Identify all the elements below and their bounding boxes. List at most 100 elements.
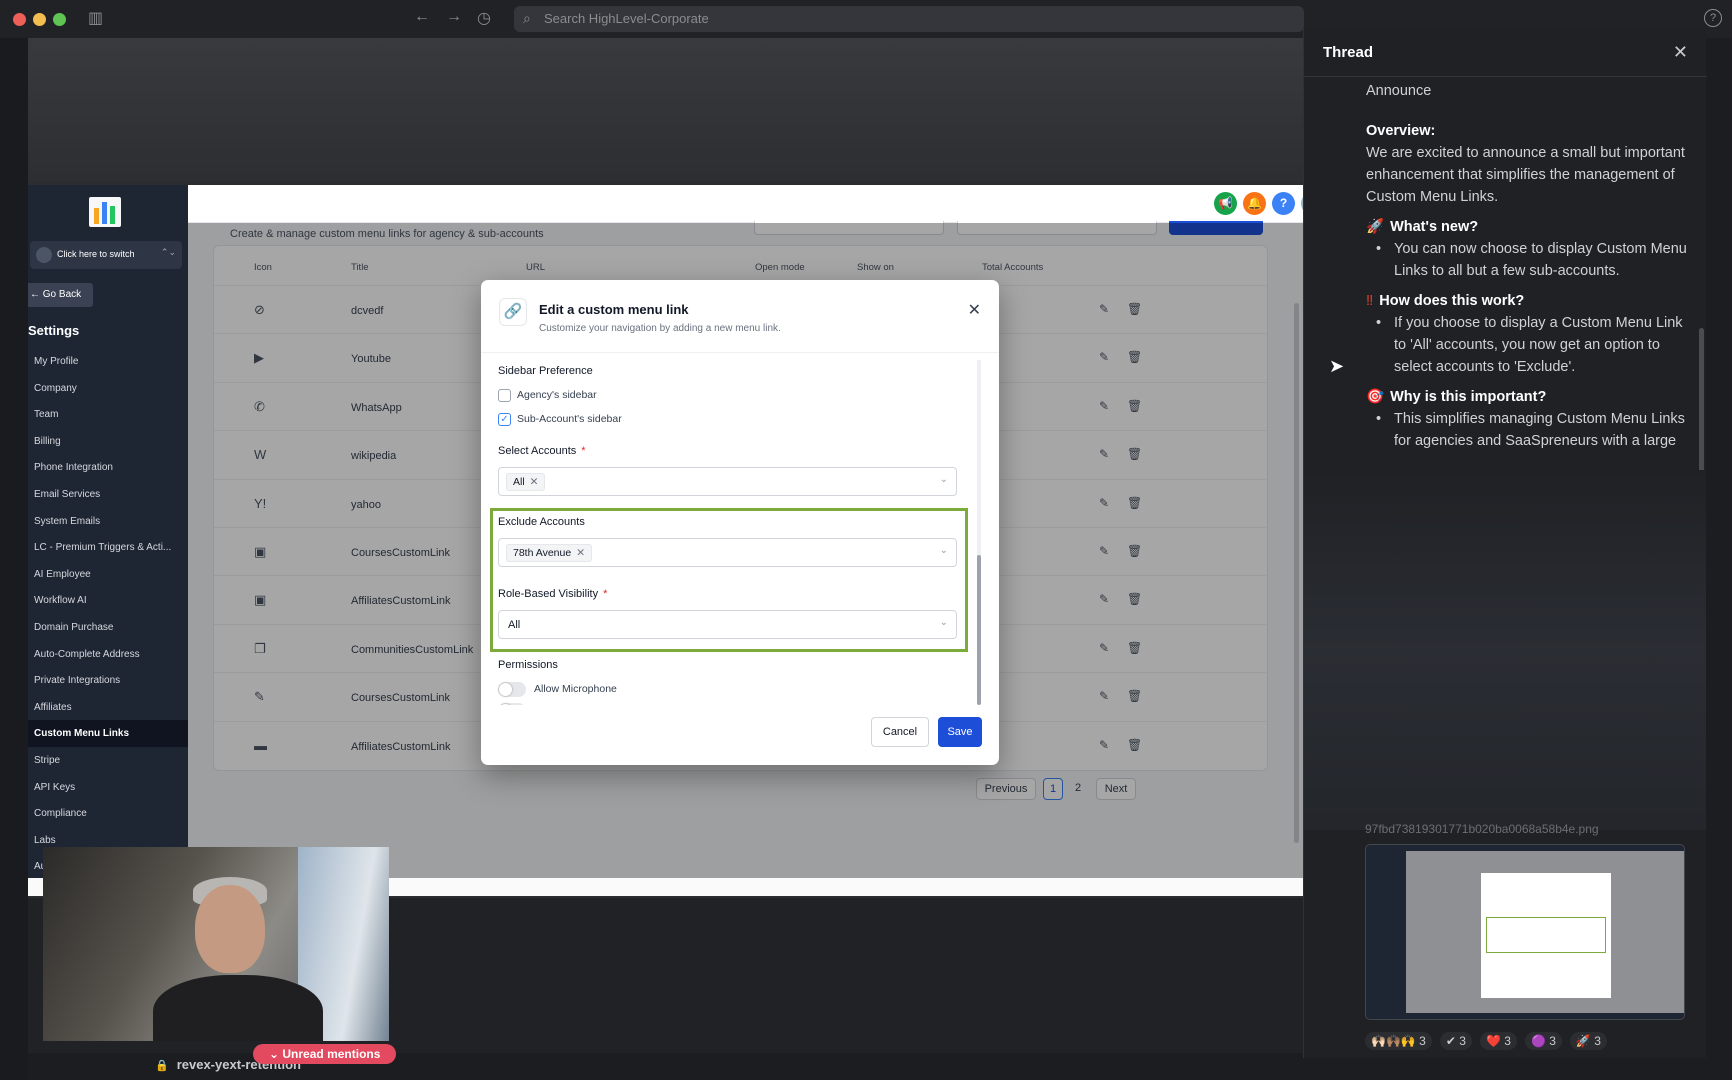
sidebar-item-10[interactable]: Domain Purchase xyxy=(28,614,188,641)
megaphone-icon[interactable]: 📢 xyxy=(1214,192,1237,215)
role-visibility-text: Role-Based Visibility xyxy=(498,588,599,600)
agency-sidebar-checkbox[interactable] xyxy=(498,389,511,402)
overview-text: We are excited to announce a small but i… xyxy=(1366,145,1685,205)
search-icon: ⌕ xyxy=(523,10,531,26)
modal-scroll-thumb[interactable] xyxy=(977,555,981,705)
exclude-accounts-tag-label: 78th Avenue xyxy=(513,547,572,559)
history-icon[interactable]: ◷ xyxy=(477,8,491,28)
modal-scrollbar[interactable] xyxy=(977,360,981,705)
sidebar-item-0[interactable]: My Profile xyxy=(28,348,188,375)
back-arrow-icon[interactable]: ← xyxy=(414,8,430,26)
select-accounts-label: Select Accounts * xyxy=(498,445,586,457)
settings-heading: Settings xyxy=(28,323,80,338)
sidebar-toggle-icon[interactable]: ▥ xyxy=(88,8,103,28)
close-icon[interactable]: ✕ xyxy=(1673,42,1688,63)
account-switcher[interactable]: Click here to switch ⌃⌄ xyxy=(30,241,182,269)
chevron-down-icon: ⌄ xyxy=(939,474,948,485)
agency-sidebar-label: Agency's sidebar xyxy=(517,389,597,401)
role-visibility-dropdown[interactable]: All ⌄ xyxy=(498,610,957,639)
exclude-accounts-dropdown[interactable]: 78th Avenue ✕ ⌄ xyxy=(498,538,957,567)
role-visibility-value: All xyxy=(508,619,521,631)
overview-heading: Overview: xyxy=(1366,120,1696,142)
modal-subtitle: Customize your navigation by adding a ne… xyxy=(539,323,781,334)
account-avatar xyxy=(36,247,52,263)
role-visibility-label: Role-Based Visibility * xyxy=(498,588,607,600)
sidebar-item-8[interactable]: AI Employee xyxy=(28,561,188,588)
whats-new-heading-text: What's new? xyxy=(1390,219,1479,235)
sidebar-item-12[interactable]: Private Integrations xyxy=(28,667,188,694)
sidebar-item-17[interactable]: Compliance xyxy=(28,800,188,827)
forward-arrow-icon[interactable]: → xyxy=(446,8,462,26)
thread-scrollbar[interactable] xyxy=(1699,328,1704,488)
left-rail xyxy=(0,38,28,1080)
select-accounts-dropdown[interactable]: All ✕ ⌄ xyxy=(498,467,957,496)
subaccount-sidebar-label: Sub-Account's sidebar xyxy=(517,413,622,425)
close-window-button[interactable] xyxy=(13,13,26,26)
chevron-down-icon: ⌄ xyxy=(939,545,948,556)
thread-divider xyxy=(1304,76,1707,77)
next-permission-toggle[interactable] xyxy=(498,703,526,705)
remove-tag-icon[interactable]: ✕ xyxy=(576,547,585,559)
allow-microphone-toggle[interactable] xyxy=(498,682,526,697)
permissions-label: Permissions xyxy=(498,659,558,671)
sidebar-preference-label: Sidebar Preference xyxy=(498,365,593,377)
app-header: 📢 🔔 ? KA xyxy=(188,185,1303,223)
exclude-accounts-label: Exclude Accounts xyxy=(498,516,585,528)
required-mark: * xyxy=(581,445,586,457)
select-accounts-tag: All ✕ xyxy=(506,473,546,491)
help-icon[interactable]: ? xyxy=(1272,192,1295,215)
sidebar-item-4[interactable]: Phone Integration xyxy=(28,454,188,481)
sidebar-item-14[interactable]: Custom Menu Links xyxy=(28,720,188,747)
chevron-down-icon: ⌄ xyxy=(939,617,948,628)
sidebar-item-2[interactable]: Team xyxy=(28,401,188,428)
help-icon[interactable]: ? xyxy=(1704,9,1722,27)
sidebar-item-7[interactable]: LC - Premium Triggers & Acti... xyxy=(28,534,188,561)
sidebar-item-15[interactable]: Stripe xyxy=(28,747,188,774)
lock-icon: 🔒 xyxy=(155,1060,169,1072)
settings-nav: My Profile Company Team Billing Phone Integr… xyxy=(28,348,188,878)
sidebar-item-11[interactable]: Auto-Complete Address xyxy=(28,641,188,668)
close-icon[interactable]: ✕ xyxy=(968,300,981,320)
how-bullet: If you choose to display a Custom Menu L… xyxy=(1376,312,1698,378)
exclude-accounts-tag: 78th Avenue ✕ xyxy=(506,544,593,562)
how-heading-text: How does this work? xyxy=(1379,293,1525,309)
sidebar-item-3[interactable]: Billing xyxy=(28,428,188,455)
chevron-updown-icon: ⌃⌄ xyxy=(160,247,176,257)
edit-menu-link-modal: 🔗 Edit a custom menu link Customize your… xyxy=(481,280,999,765)
why-heading: 🎯 Why is this important? xyxy=(1366,386,1696,408)
sidebar-item-1[interactable]: Company xyxy=(28,375,188,402)
mouse-cursor-icon: ➤ xyxy=(1329,356,1345,376)
remove-tag-icon[interactable]: ✕ xyxy=(530,476,539,488)
workspace-search[interactable]: ⌕ Search HighLevel-Corporate xyxy=(514,6,1304,32)
sidebar-item-9[interactable]: Workflow AI xyxy=(28,587,188,614)
unread-mentions-button[interactable]: ⌄ Unread mentions xyxy=(253,1044,397,1064)
whats-new-heading: 🚀 What's new? xyxy=(1366,216,1696,238)
sidebar-item-16[interactable]: API Keys xyxy=(28,774,188,801)
presenter-head xyxy=(195,885,265,973)
why-heading-text: Why is this important? xyxy=(1390,389,1547,405)
zoom-window-button[interactable] xyxy=(53,13,66,26)
presenter-body xyxy=(153,975,323,1041)
notification-bell-icon[interactable]: 🔔 xyxy=(1243,192,1266,215)
whats-new-bullet: You can now choose to display Custom Men… xyxy=(1376,238,1698,282)
rocket-icon: 🚀 xyxy=(1366,219,1385,235)
thread-blur-area xyxy=(1304,470,1706,830)
select-accounts-tag-label: All xyxy=(513,476,525,488)
minimize-window-button[interactable] xyxy=(33,13,46,26)
link-icon: 🔗 xyxy=(499,298,527,326)
cancel-button[interactable]: Cancel xyxy=(871,717,929,747)
sidebar-item-5[interactable]: Email Services xyxy=(28,481,188,508)
sidebar-item-13[interactable]: Affiliates xyxy=(28,694,188,721)
overview-heading-text: Overview: xyxy=(1366,123,1436,139)
select-accounts-text: Select Accounts xyxy=(498,445,577,457)
save-button[interactable]: Save xyxy=(938,717,982,747)
why-bullet: This simplifies managing Custom Menu Lin… xyxy=(1376,408,1698,452)
how-heading: ‼ How does this work? xyxy=(1366,290,1696,312)
settings-sidebar: Click here to switch ⌃⌄ ← Go Back Settin… xyxy=(28,185,188,878)
modal-title: Edit a custom menu link xyxy=(539,302,689,317)
exclamation-icon: ‼ xyxy=(1366,293,1374,309)
sidebar-item-6[interactable]: System Emails xyxy=(28,508,188,535)
thread-title: Thread xyxy=(1323,44,1374,61)
go-back-button[interactable]: ← Go Back xyxy=(28,283,93,307)
subaccount-sidebar-checkbox[interactable]: ✓ xyxy=(498,413,511,426)
